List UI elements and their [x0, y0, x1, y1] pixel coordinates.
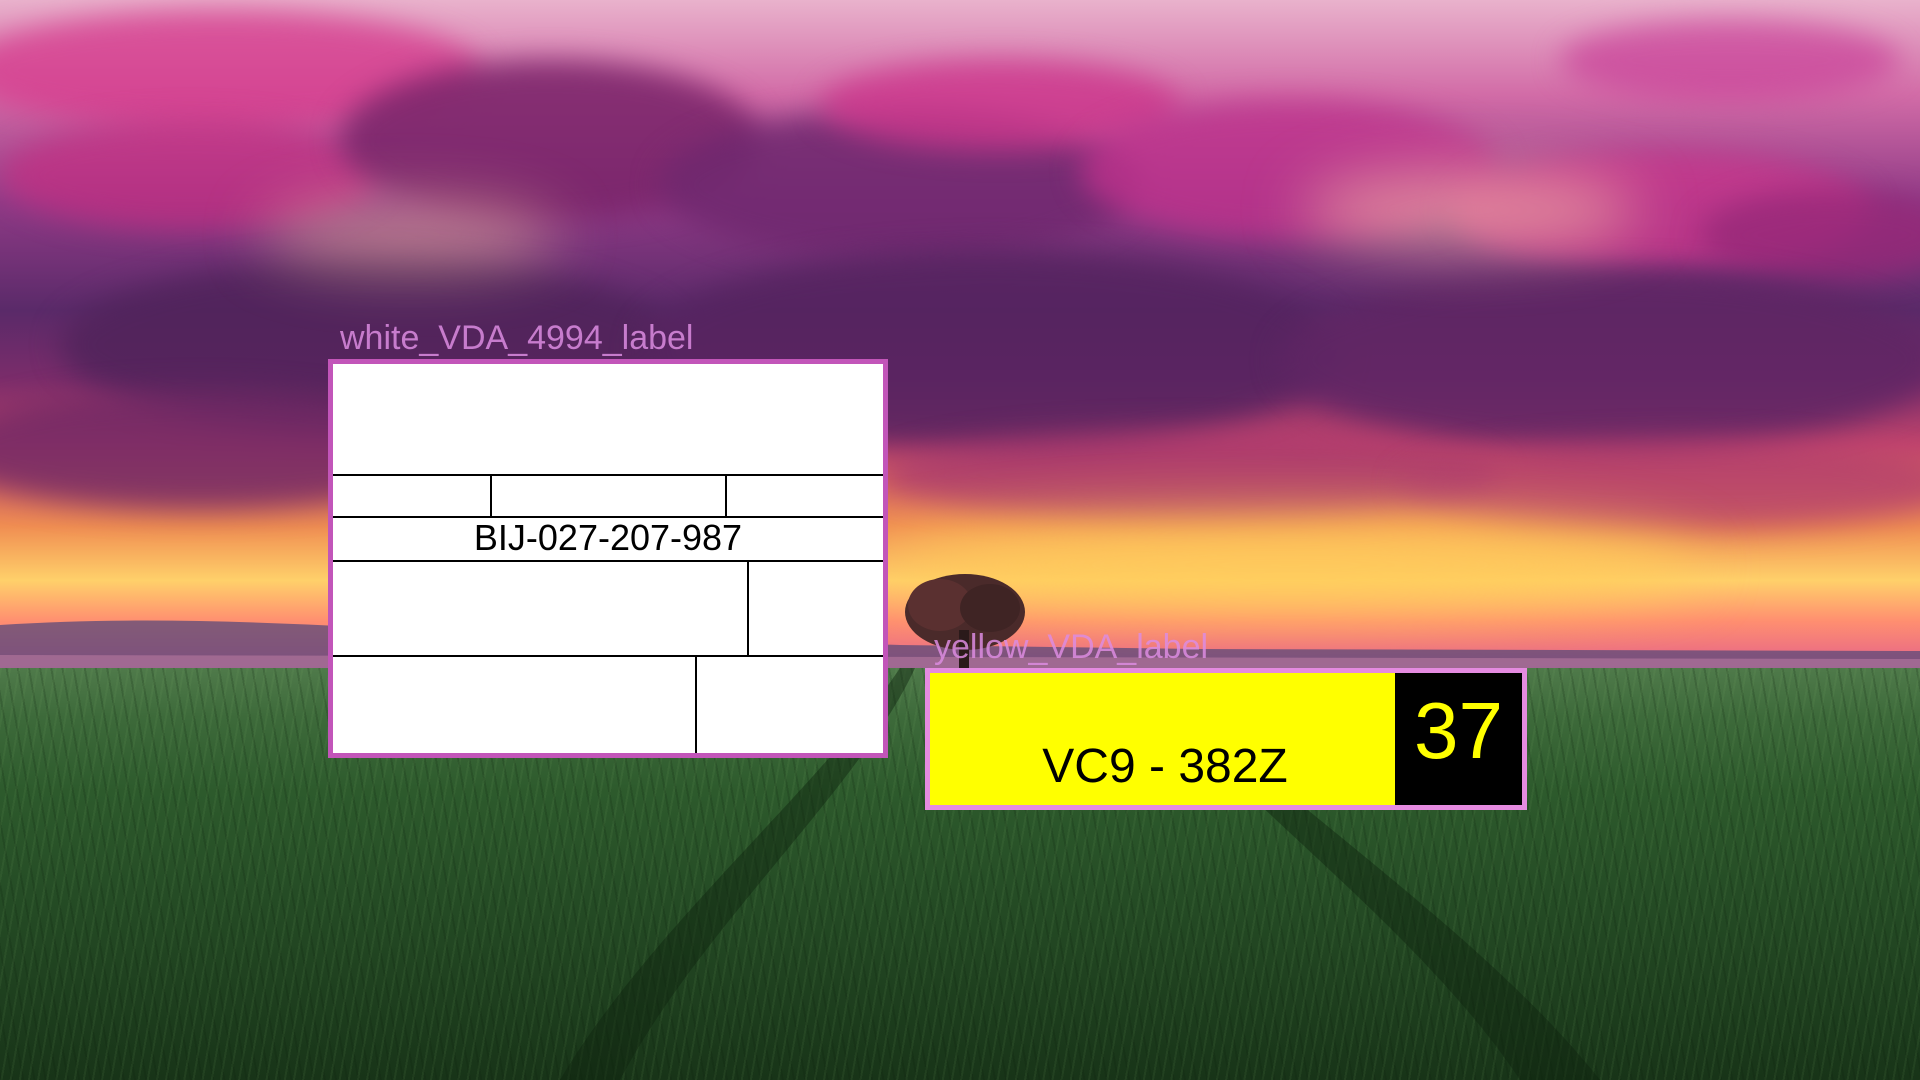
white-label-caption: white_VDA_4994_label: [340, 319, 694, 357]
yellow-label-number-cell: 37: [1395, 673, 1522, 805]
white-vda-label: BIJ-027-207-987: [328, 359, 888, 758]
white-label-code: BIJ-027-207-987: [473, 517, 743, 558]
yellow-label-caption: yellow_VDA_label: [934, 628, 1209, 666]
yellow-label-code: VC9 - 382Z: [1042, 740, 1288, 793]
yellow-label-number: 37: [1414, 686, 1503, 775]
scene-background: white_VDA_4994_label BIJ-027-207-987 yel…: [0, 0, 1920, 1080]
yellow-vda-label: VC9 - 382Z 37: [925, 668, 1527, 810]
